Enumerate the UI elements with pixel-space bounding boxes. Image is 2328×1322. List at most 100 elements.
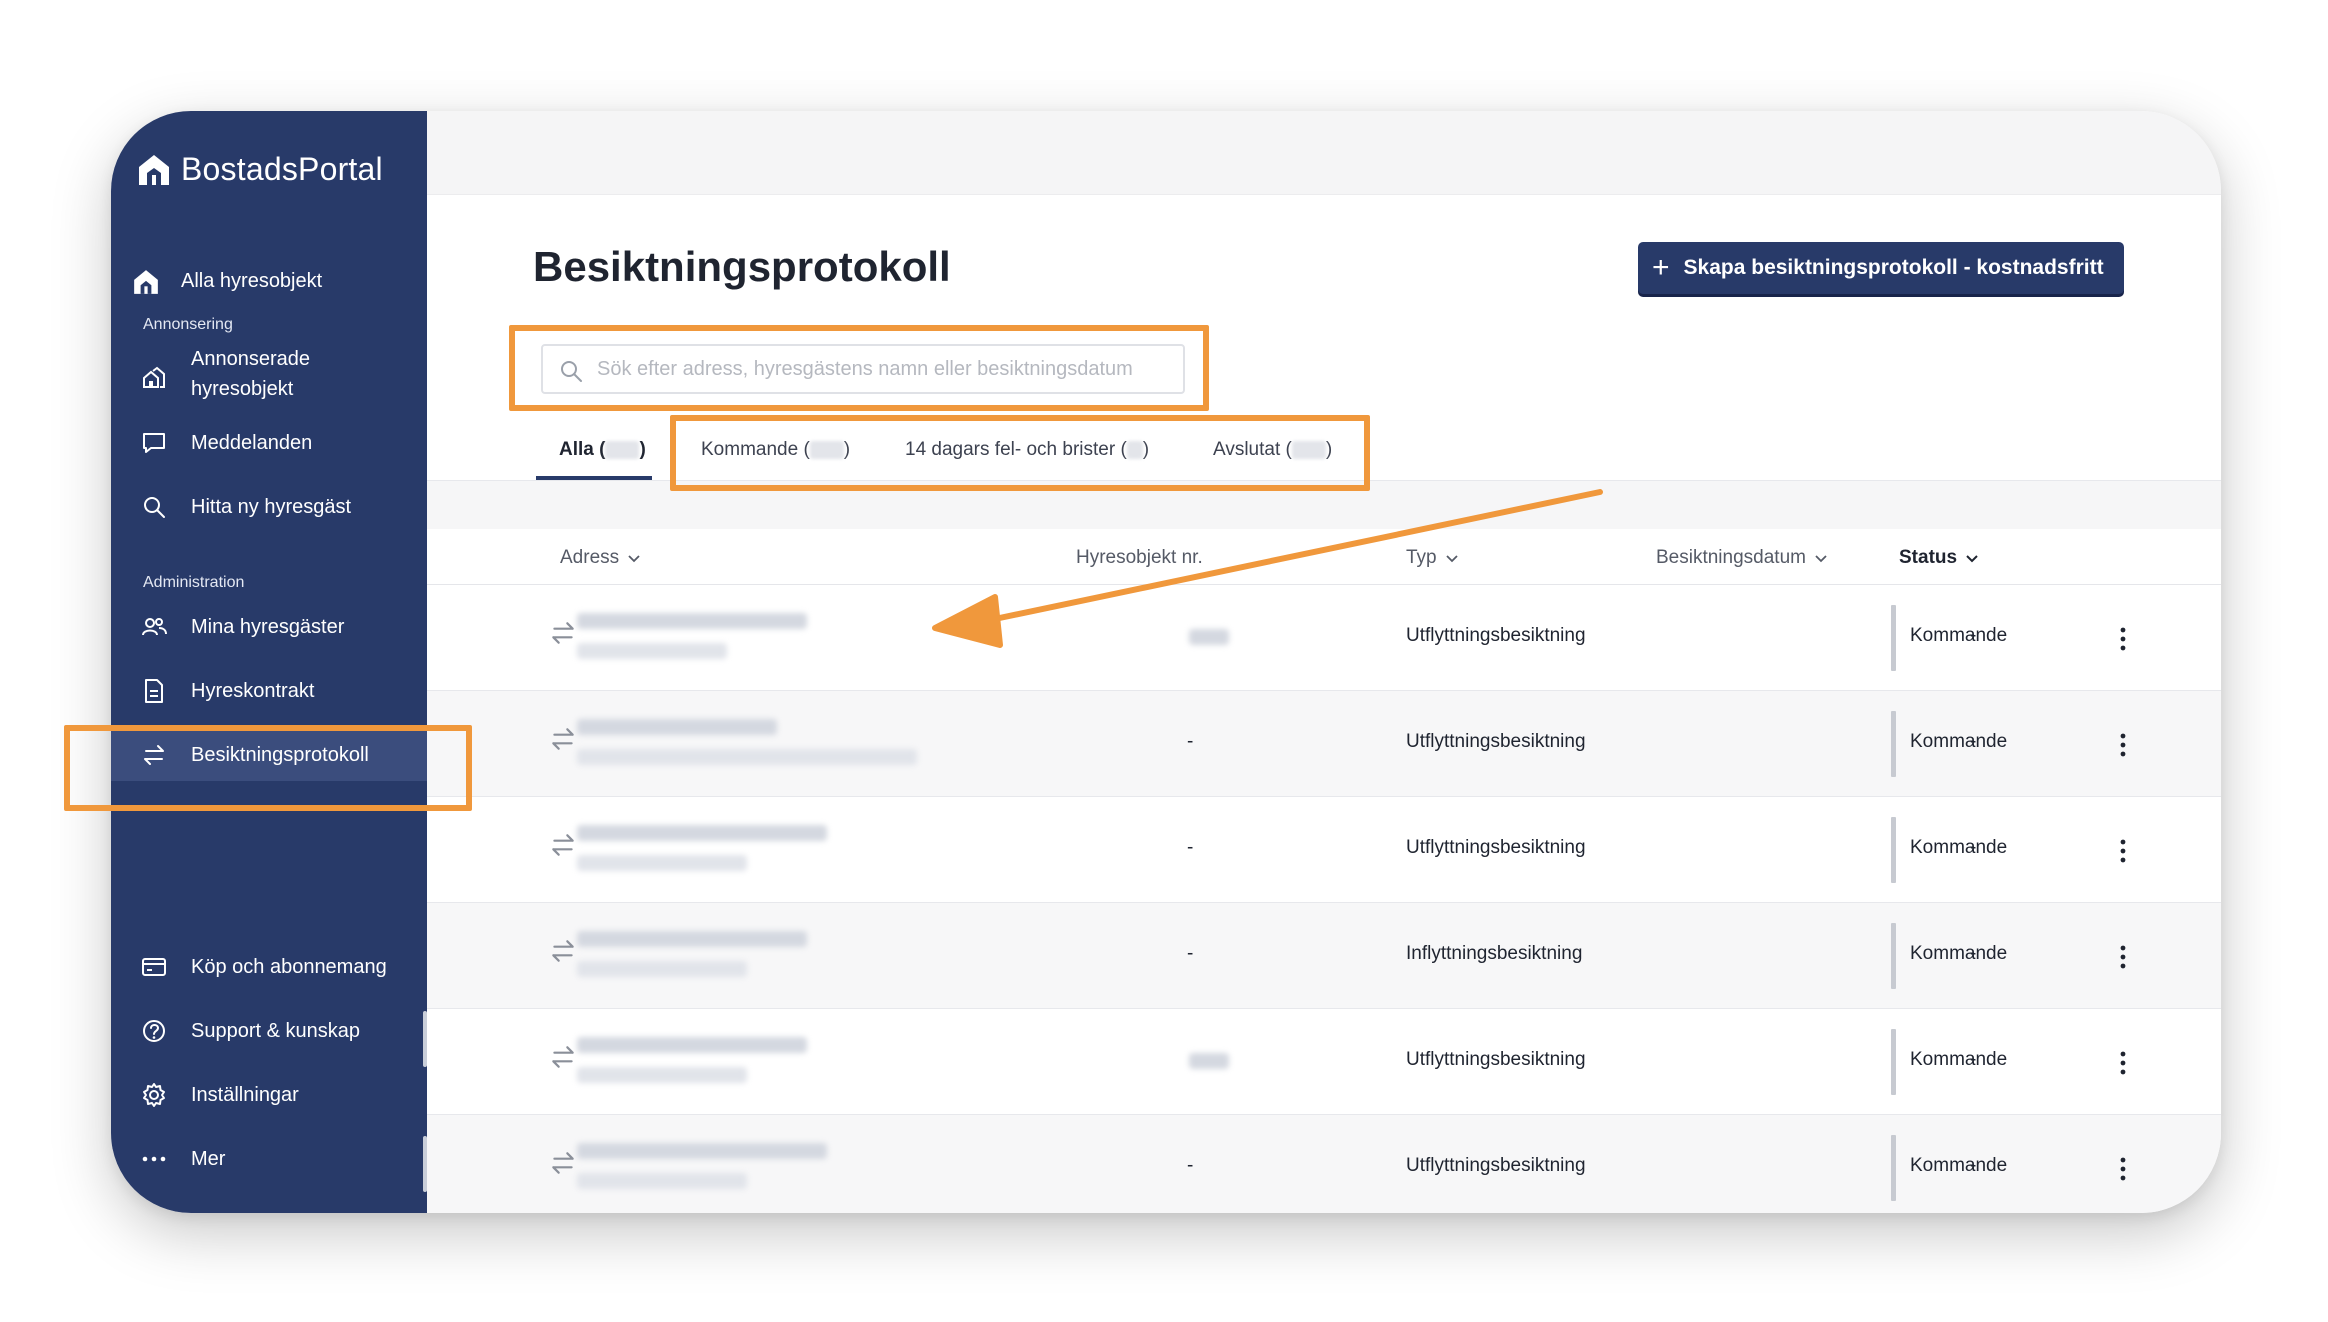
more-vertical-icon[interactable] [2113,731,2133,759]
tab-label: Alla ( [559,439,606,460]
more-vertical-icon[interactable] [2113,837,2133,865]
column-header-besiktningsdatum[interactable]: Besiktningsdatum [1656,547,1828,569]
table-row[interactable]: - Utflyttningsbesiktning - Kommande [427,691,2221,797]
sidebar: BostadsPortal Alla hyresobjekt Annonseri… [111,111,427,1213]
swap-arrows-icon [552,1046,574,1068]
tenant-redacted [577,855,747,871]
sidebar-item-kop-och-abonnemang[interactable]: Köp och abonnemang [111,941,427,993]
address-redacted [577,1143,827,1159]
more-vertical-icon[interactable] [2113,625,2133,653]
object-nr-redacted [1189,1053,1229,1069]
column-header-label: Hyresobjekt nr. [1076,547,1203,568]
document-icon [141,678,167,704]
tab-count-redacted [605,440,640,459]
status-cell: Kommande [1910,837,2008,858]
column-header-status[interactable]: Status [1899,547,1979,569]
sidebar-item-support-kunskap[interactable]: Support & kunskap [111,1005,427,1057]
column-header-hyresobjekt-nr: Hyresobjekt nr. [1076,547,1203,569]
sidebar-item-label: Support & kunskap [191,1020,360,1042]
app-window: BostadsPortal Alla hyresobjekt Annonseri… [111,111,2221,1213]
tenant-redacted [577,749,917,765]
tab-alla[interactable]: Alla () [559,439,646,461]
users-icon [141,614,167,640]
section-title-administration: Administration [143,574,245,591]
sidebar-item-label: Hitta ny hyresgäst [191,496,352,518]
status-cell: Kommande [1910,1049,2008,1070]
logo[interactable]: BostadsPortal [137,151,383,188]
table-row[interactable]: - Utflyttningsbesiktning - Kommande [427,1115,2221,1213]
column-header-label: Besiktningsdatum [1656,547,1806,568]
annotation-tabs-highlight [670,415,1370,491]
column-header-label: Typ [1406,547,1437,568]
annotation-search-highlight [509,325,1209,411]
chevron-down-icon [1445,555,1458,563]
homes-icon [141,365,167,391]
sidebar-item-label: Mer [191,1148,226,1170]
house-logo-icon [139,154,169,185]
annotation-sidebar-highlight [64,725,472,811]
gear-icon [141,1082,167,1108]
object-nr-cell: - [1187,943,1194,964]
swap-arrows-icon [552,622,574,644]
status-cell: Kommande [1910,731,2008,752]
sidebar-item-alla-hyresobjekt[interactable]: Alla hyresobjekt [111,253,427,309]
type-cell: Utflyttningsbesiktning [1406,731,1586,752]
address-redacted [577,719,777,735]
page-title: Besiktningsprotokoll [533,243,951,290]
tab-label-close: ) [639,439,646,460]
help-icon [141,1018,167,1044]
sidebar-item-hyreskontrakt[interactable]: Hyreskontrakt [111,665,427,717]
sidebar-item-mina-hyresgaster[interactable]: Mina hyresgäster [111,601,427,653]
address-redacted [577,825,827,841]
top-bar [427,111,2221,195]
swap-arrows-icon [552,1152,574,1174]
object-nr-cell: - [1187,1155,1194,1176]
card-icon [141,954,167,980]
tenant-redacted [577,961,747,977]
create-protocol-button[interactable]: + Skapa besiktningsprotokoll - kostnadsf… [1638,242,2124,294]
sidebar-item-label: Hyreskontrakt [191,680,315,702]
address-redacted [577,1037,807,1053]
sidebar-item-hitta-ny-hyresgast[interactable]: Hitta ny hyresgäst [111,481,427,533]
swap-arrows-icon [552,728,574,750]
home-icon [131,267,161,297]
status-indicator [1891,923,1896,989]
sidebar-item-label: Köp och abonnemang [191,956,387,978]
status-cell: Kommande [1910,625,2008,646]
more-vertical-icon[interactable] [2113,1155,2133,1183]
table-row[interactable]: Utflyttningsbesiktning - Kommande [427,585,2221,691]
sidebar-item-mer[interactable]: Mer [111,1133,427,1185]
create-protocol-button-label: Skapa besiktningsprotokoll - kostnadsfri… [1683,256,2104,279]
type-cell: Utflyttningsbesiktning [1406,625,1586,646]
sidebar-item-label: Mina hyresgäster [191,616,345,638]
sidebar-item-installningar[interactable]: Inställningar [111,1069,427,1121]
object-nr-cell: - [1187,837,1194,858]
column-header-adress[interactable]: Adress [560,547,641,569]
column-header-label: Adress [560,547,620,568]
app-name: BostadsPortal [181,151,383,187]
plus-icon: + [1652,251,1670,284]
search-icon [141,494,167,520]
sidebar-item-annonserade-hyresobjekt[interactable]: Annonserade hyresobjekt [111,343,427,409]
tenant-redacted [577,1067,747,1083]
sidebar-item-meddelanden[interactable]: Meddelanden [111,417,427,469]
column-header-label: Status [1899,547,1958,568]
tenant-redacted [577,643,727,659]
status-cell: Kommande [1910,1155,2008,1176]
status-indicator [1891,1135,1896,1201]
type-cell: Utflyttningsbesiktning [1406,1155,1586,1176]
status-indicator [1891,817,1896,883]
status-indicator [1891,711,1896,777]
type-cell: Inflyttningsbesiktning [1406,943,1583,964]
table-row[interactable]: - Inflyttningsbesiktning - Kommande [427,903,2221,1009]
more-vertical-icon[interactable] [2113,943,2133,971]
table-row[interactable]: Utflyttningsbesiktning - Kommande [427,1009,2221,1115]
more-vertical-icon[interactable] [2113,1049,2133,1077]
column-header-typ[interactable]: Typ [1406,547,1459,569]
object-nr-cell: - [1187,731,1194,752]
chevron-down-icon [1815,555,1827,563]
table-row[interactable]: - Utflyttningsbesiktning - Kommande [427,797,2221,903]
status-indicator [1891,605,1896,671]
address-redacted [577,931,807,947]
type-cell: Utflyttningsbesiktning [1406,837,1586,858]
